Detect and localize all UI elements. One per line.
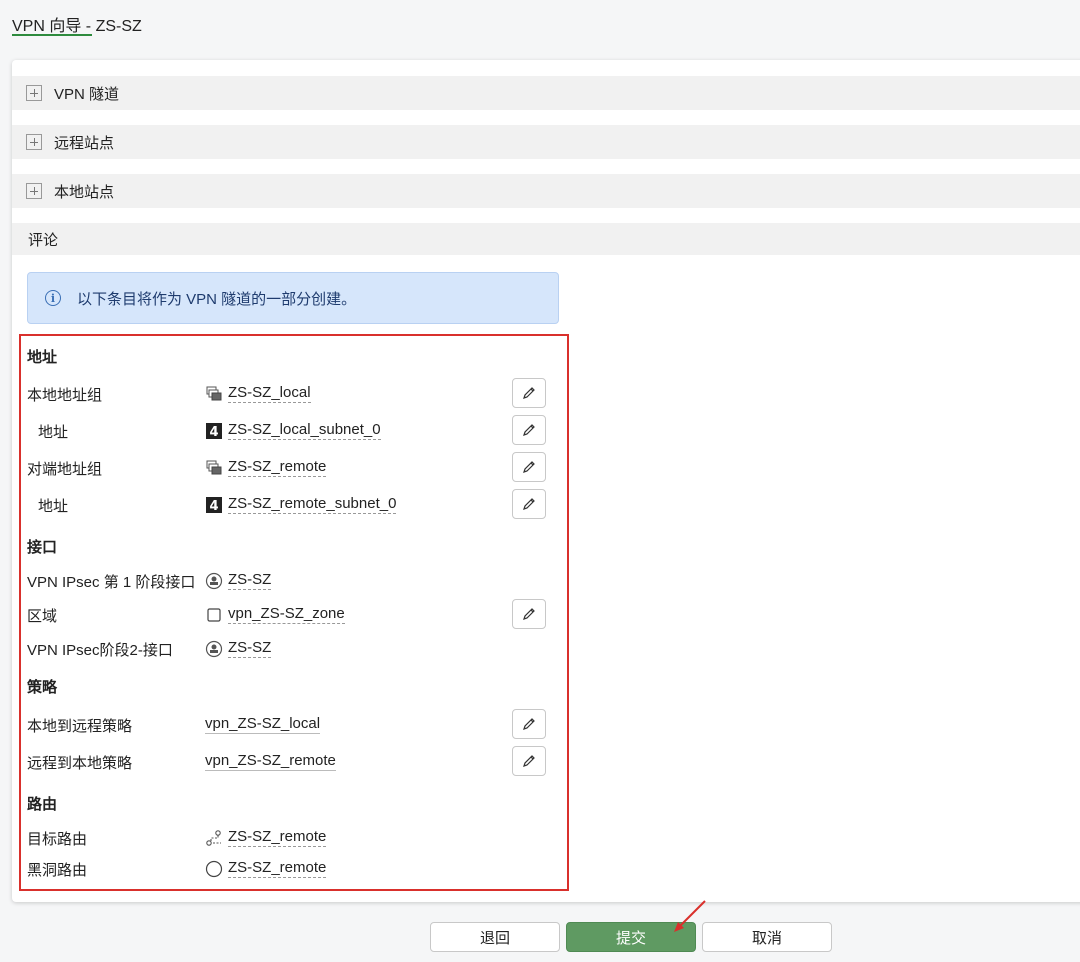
edit-local-group-button[interactable] [512,378,546,408]
zone-label: 区域 [27,608,58,625]
route-icon [205,829,223,847]
section-review: 评论 [12,223,1080,255]
edit-remote-group-button[interactable] [512,452,546,482]
heading-interface: 接口 [27,539,58,556]
dest-route-label: 目标路由 [27,831,88,848]
remote-addr-label: 地址 [38,498,69,515]
red-arrow-annotation [674,900,706,932]
section-label: VPN 隧道 [54,85,120,103]
heading-routing: 路由 [27,796,58,813]
blackhole-route-value[interactable]: ZS-SZ_remote [205,859,327,878]
phase2-value[interactable]: ZS-SZ [205,639,272,658]
local-group-label: 本地地址组 [27,387,103,404]
expand-icon[interactable] [26,85,42,101]
heading-policy: 策略 [27,679,58,696]
l2r-policy-label: 本地到远程策略 [27,718,133,735]
remote-addr-value[interactable]: 4 ZS-SZ_remote_subnet_0 [205,495,397,514]
info-icon: i [45,290,61,306]
pencil-icon [523,498,535,510]
pencil-icon [523,461,535,473]
address-group-icon [205,459,223,477]
svg-text:4: 4 [209,425,218,439]
remote-group-value[interactable]: ZS-SZ_remote [205,458,327,477]
edit-r2l-policy-button[interactable] [512,746,546,776]
ipv4-icon: 4 [205,496,223,514]
zone-value[interactable]: vpn_ZS-SZ_zone [205,605,345,624]
local-addr-label: 地址 [38,424,69,441]
expand-icon[interactable] [26,134,42,150]
section-label: 本地站点 [54,183,115,201]
pencil-icon [523,718,535,730]
edit-l2r-policy-button[interactable] [512,709,546,739]
cancel-button[interactable]: 取消 [702,922,832,952]
title-underline [12,34,92,36]
section-label: 评论 [28,231,59,249]
pencil-icon [523,755,535,767]
ipv4-icon: 4 [205,422,223,440]
pencil-icon [523,608,535,620]
section-remote-site[interactable]: 远程站点 [12,125,1080,159]
pencil-icon [523,424,535,436]
r2l-policy-value[interactable]: vpn_ZS-SZ_remote [205,752,336,771]
back-button[interactable]: 退回 [430,922,560,952]
expand-icon[interactable] [26,183,42,199]
page-title: VPN 向导 - ZS-SZ [12,18,142,35]
edit-remote-addr-button[interactable] [512,489,546,519]
section-label: 远程站点 [54,134,115,152]
dest-route-value[interactable]: ZS-SZ_remote [205,828,327,847]
edit-local-addr-button[interactable] [512,415,546,445]
phase2-label: VPN IPsec阶段2-接口 [27,642,173,659]
section-vpn-tunnel[interactable]: VPN 隧道 [12,76,1080,110]
phase1-label: VPN IPsec 第 1 阶段接口 [27,574,196,591]
tunnel-interface-icon [205,572,223,590]
l2r-policy-value[interactable]: vpn_ZS-SZ_local [205,715,321,734]
phase1-value[interactable]: ZS-SZ [205,571,272,590]
info-text: 以下条目将作为 VPN 隧道的一部分创建。 [77,290,357,308]
r2l-policy-label: 远程到本地策略 [27,755,133,772]
local-group-value[interactable]: ZS-SZ_local [205,384,311,403]
info-banner: i 以下条目将作为 VPN 隧道的一部分创建。 [27,272,559,324]
section-local-site[interactable]: 本地站点 [12,174,1080,208]
blackhole-route-label: 黑洞路由 [27,862,88,879]
blackhole-icon [205,860,223,878]
edit-zone-button[interactable] [512,599,546,629]
remote-group-label: 对端地址组 [27,461,103,478]
pencil-icon [523,387,535,399]
local-addr-value[interactable]: 4 ZS-SZ_local_subnet_0 [205,421,381,440]
svg-text:4: 4 [209,499,218,513]
heading-address: 地址 [27,349,58,366]
zone-icon [205,606,223,624]
title-bar: VPN 向导 - ZS-SZ [0,0,1080,44]
address-group-icon [205,385,223,403]
tunnel-interface-icon [205,640,223,658]
